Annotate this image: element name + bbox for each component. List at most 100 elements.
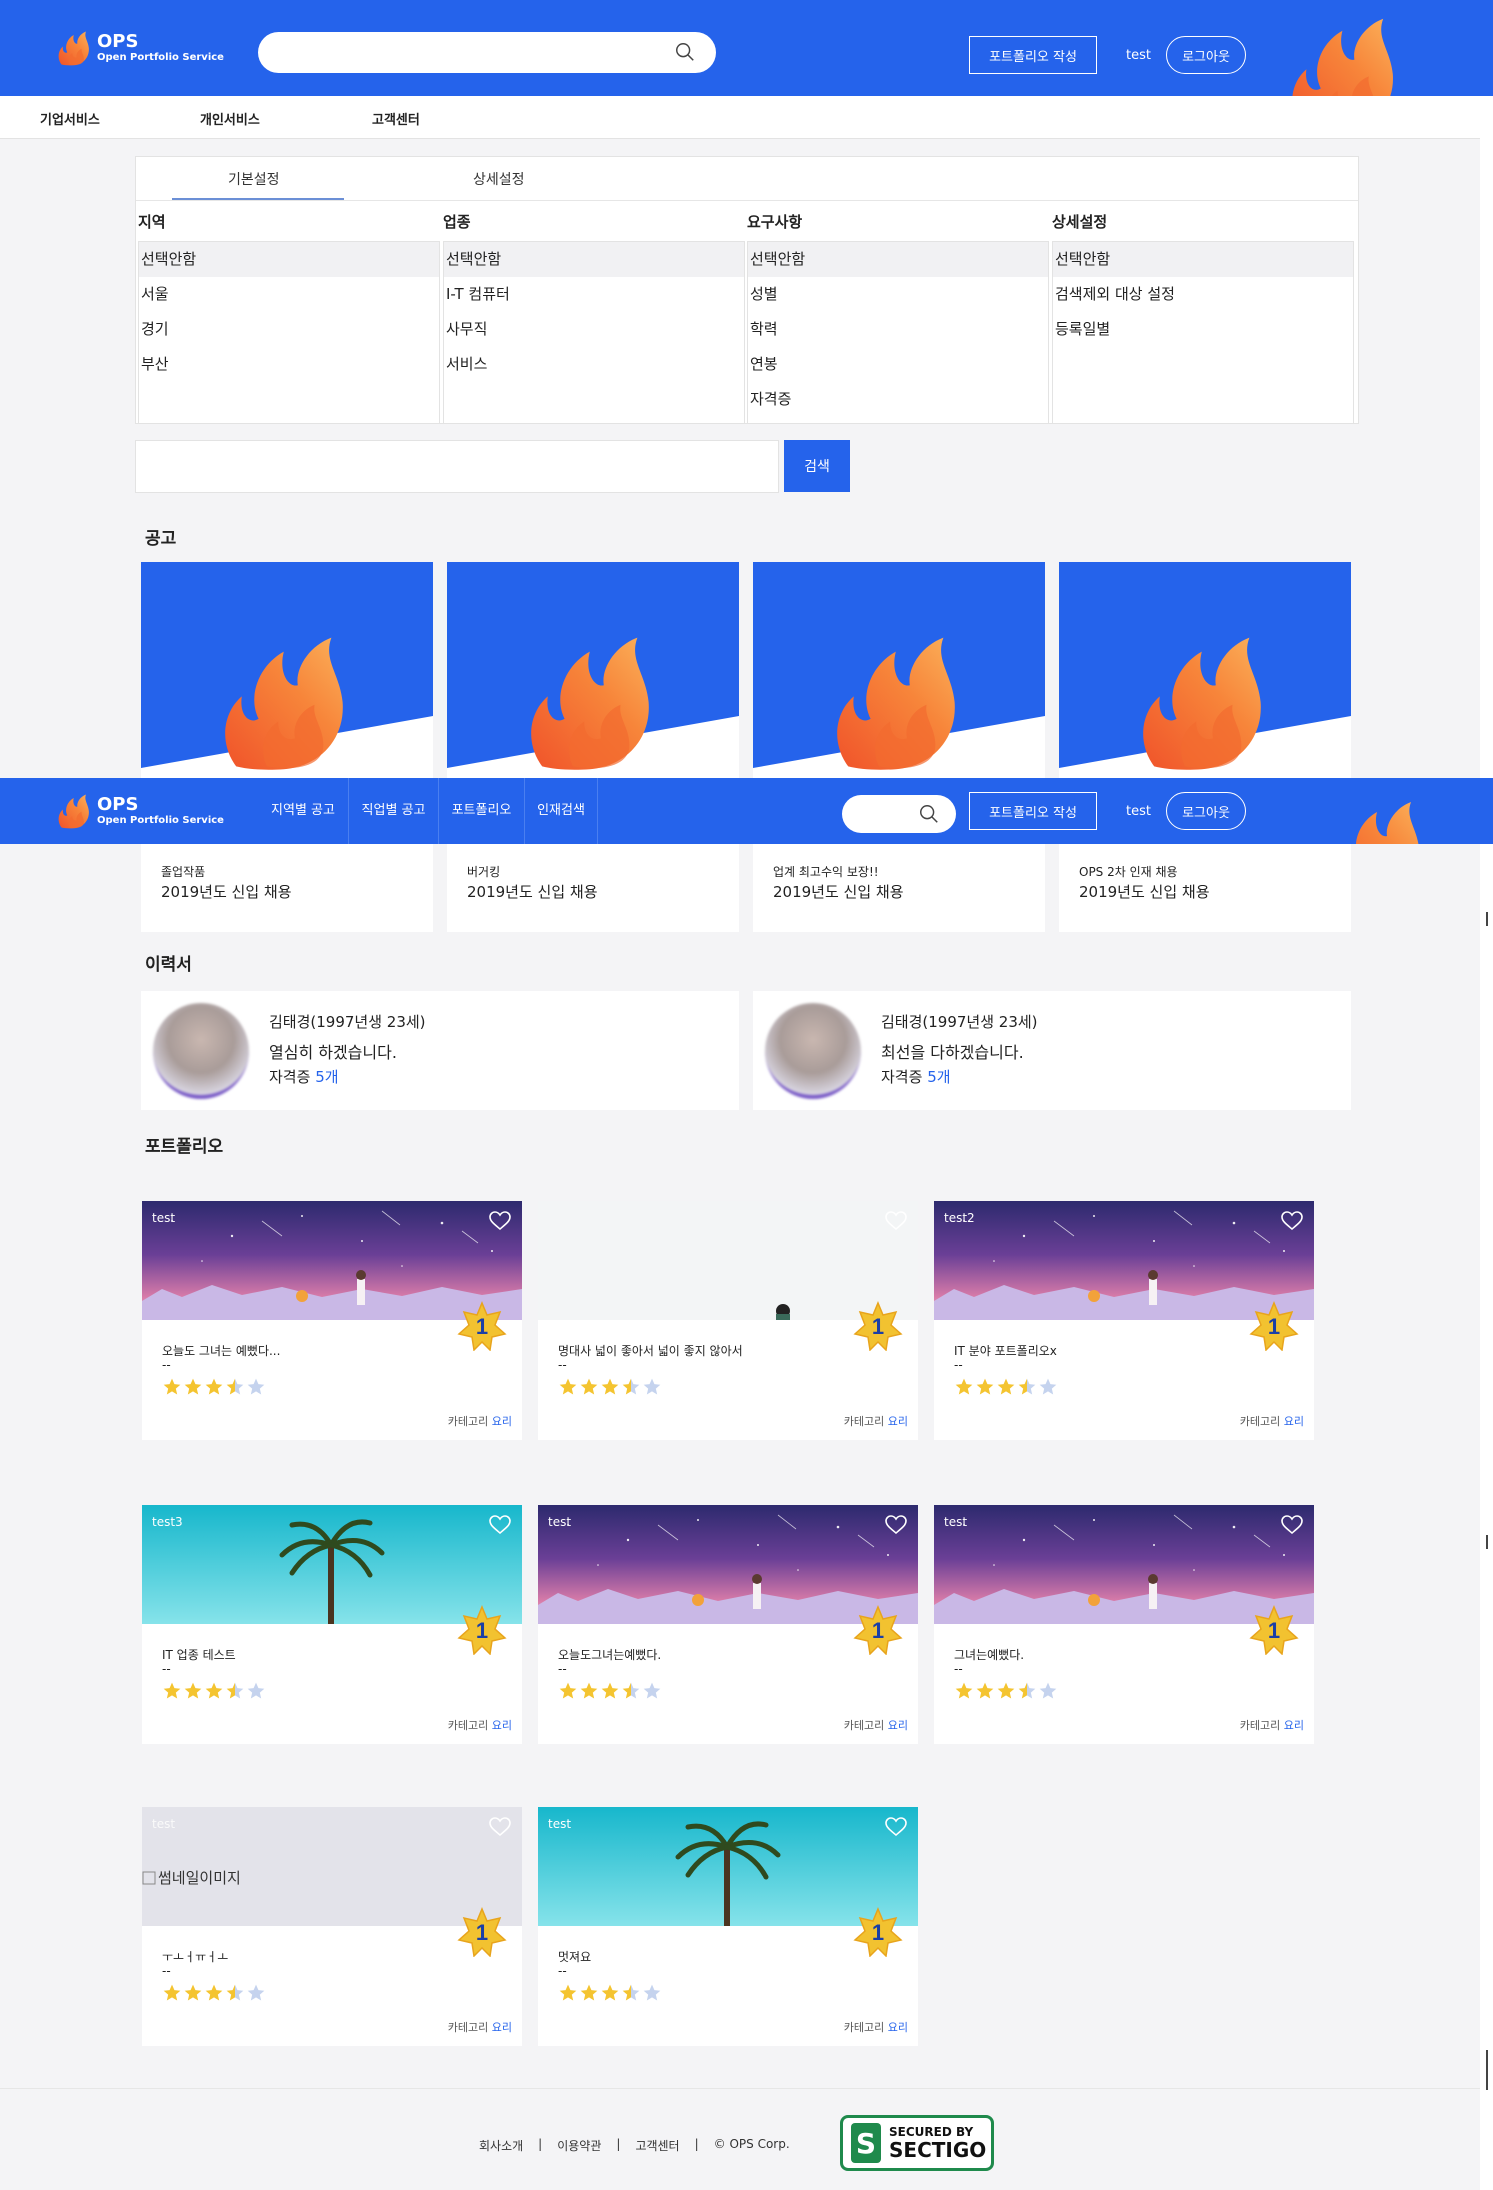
write-portfolio-button[interactable]: 포트폴리오 작성 [969, 36, 1097, 74]
portfolio-card[interactable]: test 1 그녀는예뻤다. -- 카테고리 요리 [934, 1505, 1314, 1744]
nav-portfolio[interactable]: 포트폴리오 [438, 778, 524, 844]
nav-region-jobs[interactable]: 지역별 공고 [258, 778, 348, 844]
portfolio-card[interactable]: test 1 멋져요 -- 카테고리 요리 [538, 1807, 918, 2046]
filter-option[interactable]: 선택안함 [748, 242, 1048, 277]
sticky-search-input[interactable] [842, 795, 956, 833]
star-icon [558, 1983, 578, 2003]
filter-option[interactable]: 서비스 [444, 347, 744, 382]
filter-option[interactable]: 등록일별 [1053, 312, 1353, 347]
heart-icon[interactable] [884, 1513, 908, 1541]
tab-detail-settings[interactable]: 상세설정 [473, 169, 525, 189]
resume-card[interactable]: 김태경(1997년생 23세) 열심히 하겠습니다. 자격증 5개 [141, 991, 739, 1110]
filter-option[interactable]: 선택안함 [139, 242, 439, 277]
filter-option[interactable]: 자격증 [748, 382, 1048, 417]
sectigo-security-badge[interactable]: S SECURED BY SECTIGO [840, 2115, 994, 2171]
resume-card[interactable]: 김태경(1997년생 23세) 최선을 다하겠습니다. 자격증 5개 [753, 991, 1351, 1110]
star-icon [183, 1377, 203, 1397]
heart-icon[interactable] [1280, 1513, 1304, 1541]
certificate-count[interactable]: 5개 [315, 1068, 338, 1086]
portfolio-card[interactable]: test2 1 IT 분야 포트폴리오x -- 카테고리 요리 [934, 1201, 1314, 1440]
category-link[interactable]: 요리 [492, 1415, 512, 1428]
user-name[interactable]: test [1126, 48, 1151, 63]
portfolio-subtitle: -- [954, 1358, 963, 1372]
search-button[interactable]: 검색 [784, 440, 850, 492]
star-icon [975, 1681, 995, 1701]
certificate-count[interactable]: 5개 [927, 1068, 950, 1086]
flame-decoration-icon [1305, 798, 1445, 844]
category-link[interactable]: 요리 [1284, 1719, 1304, 1732]
filter-option[interactable]: 경기 [139, 312, 439, 347]
portfolio-title[interactable]: 오늘도그녀는예뻤다. [558, 1646, 661, 1663]
heart-icon[interactable] [884, 1815, 908, 1843]
portfolio-title[interactable]: 멋져요 [558, 1948, 591, 1965]
nav-personal-service[interactable]: 개인서비스 [200, 109, 260, 128]
portfolio-title[interactable]: IT 분야 포트폴리오x [954, 1342, 1057, 1359]
rank-badge-icon: 1 [1249, 1605, 1299, 1659]
portfolio-card[interactable]: test 1 오늘도그녀는예뻤다. -- 카테고리 요리 [538, 1505, 918, 1744]
nav-talent-search[interactable]: 인재검색 [524, 778, 598, 844]
filter-option[interactable]: 선택안함 [1053, 242, 1353, 277]
category-link[interactable]: 요리 [888, 1719, 908, 1732]
portfolio-title[interactable]: IT 업종 테스트 [162, 1646, 236, 1663]
logout-button[interactable]: 로그아웃 [1166, 792, 1246, 830]
filter-option[interactable]: 학력 [748, 312, 1048, 347]
tab-basic-settings[interactable]: 기본설정 [228, 169, 280, 189]
heart-icon[interactable] [488, 1513, 512, 1541]
footer-link-terms[interactable]: 이용약관 [557, 2137, 601, 2154]
filter-option[interactable]: 서울 [139, 277, 439, 312]
sectigo-logo-icon: S [851, 2123, 881, 2163]
filter-option[interactable]: I-T 컴퓨터 [444, 277, 744, 312]
portfolio-card[interactable]: 1 명대사 넓이 좋아서 넓이 좋지 않아서 -- 카테고리 요리 [538, 1201, 918, 1440]
logout-button[interactable]: 로그아웃 [1166, 36, 1246, 74]
portfolio-card[interactable]: 썸네일이미지 test 1 ㅜㅗㅓㅠㅓㅗ -- 카테고리 요리 [142, 1807, 522, 2046]
logo[interactable]: OPS Open Portfolio Service [55, 28, 224, 68]
filter-option[interactable]: 검색제외 대상 설정 [1053, 277, 1353, 312]
nav-corporate-service[interactable]: 기업서비스 [40, 109, 100, 128]
star-icon [954, 1377, 974, 1397]
nav-customer-center[interactable]: 고객센터 [372, 109, 420, 128]
footer-link-support[interactable]: 고객센터 [635, 2137, 679, 2154]
header-search-input[interactable] [258, 32, 716, 73]
filter-option[interactable]: 선택안함 [444, 242, 744, 277]
job-card[interactable]: 업계 최고수익 보장!! 2019년도 신입 채용 [753, 562, 1045, 932]
portfolio-title[interactable]: 그녀는예뻤다. [954, 1646, 1024, 1663]
job-card[interactable]: 버거킹 2019년도 신입 채용 [447, 562, 739, 932]
scrollbar[interactable] [1480, 96, 1493, 2190]
filter-option[interactable]: 연봉 [748, 347, 1048, 382]
filter-option[interactable]: 사무직 [444, 312, 744, 347]
search-icon[interactable] [918, 803, 940, 825]
heart-icon[interactable] [1280, 1209, 1304, 1237]
category-link[interactable]: 요리 [888, 1415, 908, 1428]
portfolio-author: test [944, 1515, 968, 1529]
category-link[interactable]: 요리 [1284, 1415, 1304, 1428]
portfolio-title[interactable]: ㅜㅗㅓㅠㅓㅗ [162, 1948, 228, 1965]
footer-link-company[interactable]: 회사소개 [479, 2137, 523, 2154]
category-link[interactable]: 요리 [492, 2021, 512, 2034]
svg-text:1: 1 [476, 1618, 488, 1643]
user-name[interactable]: test [1126, 804, 1151, 819]
heart-icon[interactable] [884, 1209, 908, 1237]
star-icon [246, 1983, 266, 2003]
portfolio-card[interactable]: test 1 오늘도 그녀는 예뻤다... -- 카테고리 요리 [142, 1201, 522, 1440]
job-image [753, 562, 1045, 788]
search-icon[interactable] [674, 41, 696, 63]
heart-icon[interactable] [488, 1815, 512, 1843]
job-card[interactable]: 졸업작품 2019년도 신입 채용 [141, 562, 433, 932]
portfolio-title[interactable]: 명대사 넓이 좋아서 넓이 좋지 않아서 [558, 1342, 743, 1359]
write-portfolio-button[interactable]: 포트폴리오 작성 [969, 792, 1097, 830]
sticky-logo[interactable]: OPS Open Portfolio Service [55, 791, 224, 831]
keyword-search-input[interactable] [135, 440, 779, 493]
flame-logo-icon [55, 28, 91, 68]
job-title: 2019년도 신입 채용 [467, 883, 598, 901]
heart-icon[interactable] [488, 1209, 512, 1237]
job-card[interactable]: OPS 2차 인재 채용 2019년도 신입 채용 [1059, 562, 1351, 932]
category-link[interactable]: 요리 [492, 1719, 512, 1732]
jobs-section-title: 공고 [145, 529, 177, 549]
portfolio-card[interactable]: test3 1 IT 업종 테스트 -- 카테고리 요리 [142, 1505, 522, 1744]
filter-option[interactable]: 부산 [139, 347, 439, 382]
portfolio-subtitle: -- [558, 1964, 567, 1978]
category-link[interactable]: 요리 [888, 2021, 908, 2034]
nav-occupation-jobs[interactable]: 직업별 공고 [348, 778, 438, 844]
portfolio-title[interactable]: 오늘도 그녀는 예뻤다... [162, 1342, 280, 1359]
filter-option[interactable]: 성별 [748, 277, 1048, 312]
